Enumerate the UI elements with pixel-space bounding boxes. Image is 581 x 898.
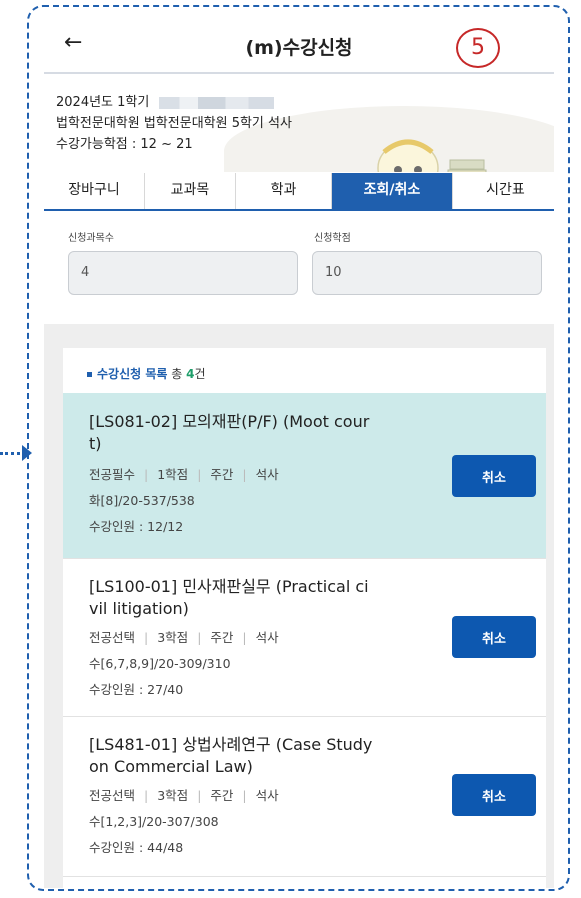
app-bar: ← (m)수강신청 5 <box>44 20 554 74</box>
credit-count-label: 신청학점 <box>314 233 351 244</box>
course-title: [LS100-01] 민사재판실무 (Practical ci vil liti… <box>89 577 369 618</box>
tab-view-cancel[interactable]: 조회/취소 <box>332 173 453 209</box>
tab-courses[interactable]: 교과목 <box>145 173 236 209</box>
course-schedule: 수[1,2,3]/20-307/308 <box>89 814 219 829</box>
blurred-student-name <box>159 96 275 109</box>
step-number-badge: 5 <box>456 28 500 68</box>
list-header: 수강신청 목록 총 4건 <box>63 348 546 393</box>
course-title: [LS081-02] 모의재판(P/F) (Moot cour t) <box>89 412 370 453</box>
tab-department[interactable]: 학과 <box>236 173 332 209</box>
course-schedule: 화[8]/20-537/538 <box>89 493 195 508</box>
tab-bar: 장바구니 교과목 학과 조회/취소 시간표 <box>44 173 554 211</box>
course-count-label: 신청과목수 <box>68 233 114 244</box>
program-text: 법학전문대학원 법학전문대학원 5학기 석사 <box>56 116 292 131</box>
course-attributes: 전공필수 | 1학점 | 주간 | 석사 <box>89 467 279 482</box>
app-screen: ← (m)수강신청 5 2024년도 1학기 법학전문대학원 법학전문대학원 5… <box>44 20 554 888</box>
course-enrollment: 수강인원 : 44/48 <box>89 840 184 855</box>
cancel-button[interactable]: 취소 <box>452 455 536 497</box>
course-enrollment: 수강인원 : 27/40 <box>89 682 184 697</box>
cancel-button[interactable]: 취소 <box>452 774 536 816</box>
course-title: [LS481-01] 상법사례연구 (Case Study on Commerc… <box>89 735 373 776</box>
course-enrollment: 수강인원 : 12/12 <box>89 519 184 534</box>
course-count-field: 4 <box>68 251 298 295</box>
registration-list-panel: 수강신청 목록 총 4건 [LS081-02] 모의재판(P/F) (Moot … <box>63 348 546 888</box>
cancel-button[interactable]: 취소 <box>452 616 536 658</box>
credit-count-field: 10 <box>312 251 542 295</box>
course-row[interactable]: [LS481-01] 상법사례연구 (Case Study on Commerc… <box>63 716 546 877</box>
course-row[interactable]: [LS081-02] 모의재판(P/F) (Moot cour t) 전공필수 |… <box>63 393 546 559</box>
course-attributes: 전공선택 | 3학점 | 주간 | 석사 <box>89 788 279 803</box>
course-attributes: 전공선택 | 3학점 | 주간 | 석사 <box>89 630 279 645</box>
tab-timetable[interactable]: 시간표 <box>453 173 554 209</box>
student-info: 2024년도 1학기 법학전문대학원 법학전문대학원 5학기 석사 수강가능학점… <box>44 72 554 172</box>
annotation-arrow-head <box>22 445 32 461</box>
list-total-prefix: 총 <box>171 367 183 381</box>
list-title: 수강신청 목록 <box>97 367 168 381</box>
course-schedule: 수[6,7,8,9]/20-309/310 <box>89 656 231 671</box>
application-summary: 신청과목수 4 신청학점 10 <box>44 211 554 315</box>
tab-cart[interactable]: 장바구니 <box>44 173 145 209</box>
term-text: 2024년도 1학기 <box>56 95 150 110</box>
list-count-suffix: 건 <box>194 367 206 381</box>
bullet-square-icon <box>87 372 92 377</box>
course-row[interactable]: [LS100-01] 민사재판실무 (Practical ci vil liti… <box>63 558 546 717</box>
credit-range-text: 수강가능학점 : 12 ~ 21 <box>56 137 193 152</box>
